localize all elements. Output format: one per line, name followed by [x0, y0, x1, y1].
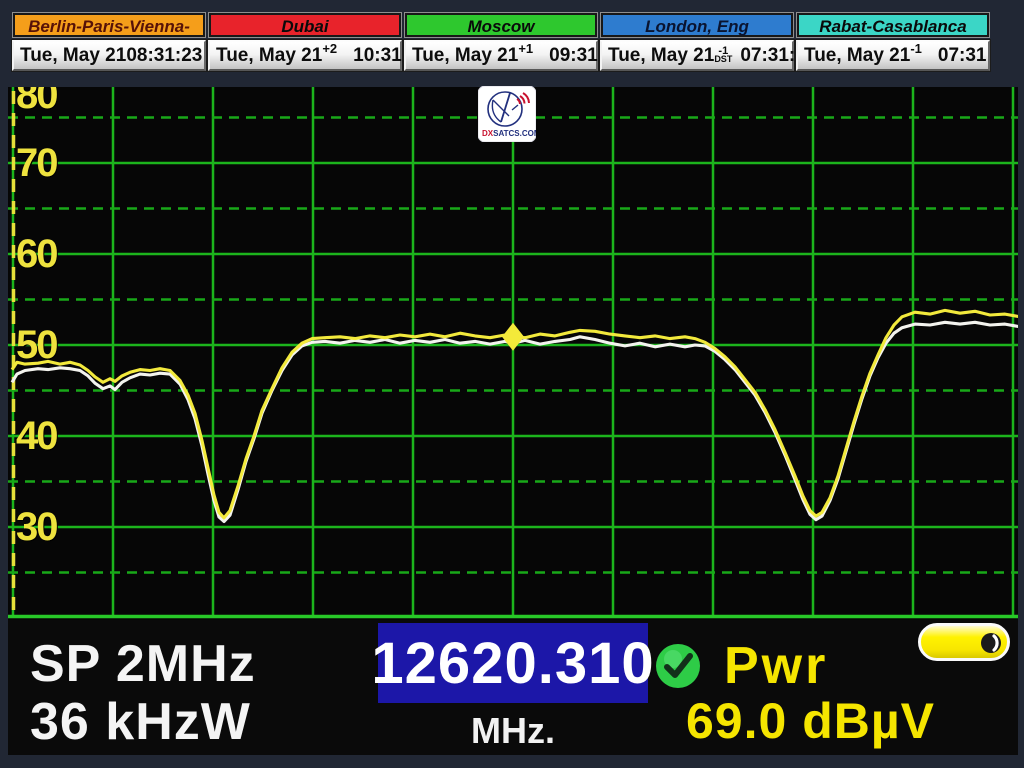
clock-city-label: Berlin-Paris-Vienna-Roma [13, 13, 205, 37]
power-value: 69.0 dBµV [686, 692, 935, 750]
clock-city-label: Dubai [209, 13, 401, 37]
clock-city-label: London, Eng [601, 13, 793, 37]
trace-white [12, 322, 1018, 521]
frequency-display[interactable]: 12620.310 [378, 623, 648, 703]
spectrum-svg[interactable] [8, 87, 1018, 620]
y-axis-label: 50 [16, 323, 96, 367]
logo-text-dx: DX [482, 129, 494, 138]
spectrum-analyzer-screen: Berlin-Paris-Vienna-Roma Tue, May 21 08:… [0, 0, 1024, 768]
clock-time-row: Tue, May 21 +1 09:31 [404, 40, 598, 71]
y-axis-label: 40 [16, 414, 96, 458]
y-axis-label: 60 [16, 232, 96, 276]
clock-panel-london: London, Eng Tue, May 21 -1 DST 07:31:23 [600, 13, 794, 73]
clock-panel-moscow: Moscow Tue, May 21 +1 09:31 [404, 13, 598, 73]
dst-indicator: -1 DST [714, 47, 732, 63]
svg-text:DXSATCS.COM: DXSATCS.COM [482, 129, 536, 138]
readout-bar: SP 2MHz 36 kHzW 12620.310 MHz. Pwr 69.0 … [8, 620, 1018, 755]
clock-time: 10:31 [353, 45, 402, 67]
bandwidth-readout: 36 kHzW [30, 692, 251, 752]
y-axis-label: 70 [16, 141, 96, 185]
clock-time-row: Tue, May 21 08:31:23 [12, 40, 206, 71]
frequency-unit-label: MHz. [378, 710, 648, 752]
clock-time-row: Tue, May 21 +2 10:31 [208, 40, 402, 71]
clock-panel-dubai: Dubai Tue, May 21 +2 10:31 [208, 13, 402, 73]
clock-time: 07:31 [938, 45, 987, 67]
clock-panel-rabat: Rabat-Casablanca Tue, May 21 -1 07:31 [796, 13, 990, 73]
clock-date: Tue, May 21 [216, 45, 322, 67]
y-axis-label: 30 [16, 505, 96, 549]
clock-time: 08:31:23 [126, 45, 202, 67]
clock-city-label: Moscow [405, 13, 597, 37]
speaker-icon [977, 629, 1005, 657]
y-axis-label: 80 [16, 87, 96, 117]
clock-panel-berlin: Berlin-Paris-Vienna-Roma Tue, May 21 08:… [12, 13, 206, 73]
timezone-offset: +2 [322, 41, 337, 56]
clock-date: Tue, May 21 [412, 45, 518, 67]
spectrum-plot[interactable]: 80 70 60 50 40 30 [8, 87, 1018, 620]
clock-date: Tue, May 21 [608, 45, 714, 67]
span-readout: SP 2MHz [30, 634, 256, 694]
timezone-offset: -1 [910, 41, 922, 56]
power-label: Pwr [724, 636, 828, 696]
logo-text-rest: SATCS.COM [493, 129, 536, 138]
clock-time-row: Tue, May 21 -1 07:31 [796, 40, 990, 71]
clock-date: Tue, May 21 [20, 45, 126, 67]
dxsatcs-logo: DXSATCS.COM [478, 86, 536, 142]
timezone-offset: +1 [518, 41, 533, 56]
lock-ok-check-icon [654, 642, 702, 690]
clock-date: Tue, May 21 [804, 45, 910, 67]
clock-city-label: Rabat-Casablanca [797, 13, 989, 37]
audio-toggle[interactable] [918, 623, 1010, 661]
frequency-marker[interactable] [502, 323, 524, 351]
clock-time-row: Tue, May 21 -1 DST 07:31:23 [600, 40, 794, 71]
clock-time: 09:31 [549, 45, 598, 67]
